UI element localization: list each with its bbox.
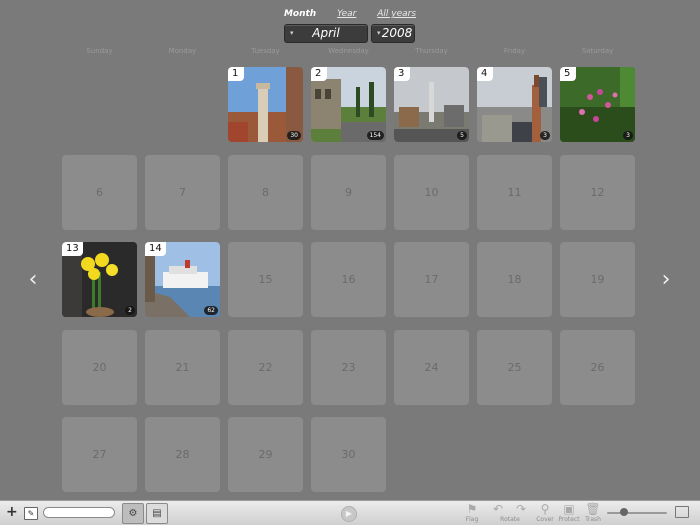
trash-icon: 🗑 (585, 502, 601, 516)
trash-button[interactable]: 🗑 Trash (580, 502, 606, 525)
day-cell[interactable]: 10 (394, 154, 469, 230)
day-cell[interactable]: 21 (145, 329, 220, 405)
rotate-right-button[interactable]: ↷ (508, 502, 534, 525)
flag-button[interactable]: ⚑ Flag (459, 502, 485, 525)
day-cell[interactable]: 25 (477, 329, 552, 405)
search-input[interactable] (43, 507, 115, 518)
pin-icon: ⚲ (540, 502, 550, 516)
day-cell[interactable]: 6 (62, 154, 137, 230)
rotate-right-icon: ↷ (515, 502, 527, 516)
day-cell[interactable]: 16 (311, 242, 386, 317)
day-number: 13 (62, 242, 83, 256)
day-number: 3 (394, 67, 410, 81)
adjust-button[interactable]: ⚙ (122, 503, 144, 524)
photo-count-badge: 2 (125, 306, 135, 315)
flag-icon: ⚑ (466, 502, 478, 516)
day-cell[interactable]: 22 (228, 329, 303, 405)
day-number: 5 (560, 67, 576, 81)
day-cell[interactable]: 17 (394, 242, 469, 317)
day-number: 1 (228, 67, 244, 81)
next-month-arrow-icon[interactable]: › (656, 268, 676, 292)
photo-count-badge: 5 (457, 131, 467, 140)
photo-count-badge: 3 (623, 131, 633, 140)
day-cell-with-photos[interactable]: 14 62 (145, 242, 220, 317)
day-cell[interactable]: 8 (228, 154, 303, 230)
day-cell[interactable]: 29 (228, 417, 303, 492)
day-cell[interactable]: 23 (311, 329, 386, 405)
add-icon[interactable]: + (6, 505, 18, 519)
zoom-slider-handle[interactable] (620, 508, 628, 516)
day-cell[interactable]: 7 (145, 154, 220, 230)
bottom-toolbar: + ✎ ⚙ ▤ ▶ ⚑ Flag ↶ Rotate ↷ ⚲ Cover ▣ Pr… (0, 500, 700, 525)
protect-button[interactable]: ▣ Protect (556, 502, 582, 525)
fullscreen-icon[interactable] (675, 506, 689, 518)
day-cell[interactable]: 28 (145, 417, 220, 492)
day-number: 4 (477, 67, 493, 81)
slideshow-play-button[interactable]: ▶ (341, 506, 357, 522)
day-number: 14 (145, 242, 166, 256)
day-cell[interactable]: 15 (228, 242, 303, 317)
day-cell[interactable]: 20 (62, 329, 137, 405)
day-cell-with-photos[interactable]: 1 30 (228, 67, 303, 142)
day-cell[interactable]: 24 (394, 329, 469, 405)
month-calendar-grid: 1 30 2 154 3 5 4 3 5 3 6 7 8 9 10 11 12 13 2 14 62 15 16 17 18 19… (0, 0, 700, 500)
cover-button[interactable]: ⚲ Cover (532, 502, 558, 525)
day-cell-with-photos[interactable]: 35 (394, 67, 469, 142)
day-cell-with-photos[interactable]: 13 2 (62, 242, 137, 317)
day-cell-with-photos[interactable]: 53 (560, 67, 635, 142)
photo-count-badge: 154 (366, 131, 384, 140)
day-cell[interactable]: 19 (560, 242, 635, 317)
photo-count-badge: 62 (204, 306, 218, 315)
photo-count-badge: 3 (540, 131, 550, 140)
day-cell[interactable]: 30 (311, 417, 386, 492)
previous-month-arrow-icon[interactable]: ‹ (23, 268, 43, 292)
photo-count-badge: 30 (287, 131, 301, 140)
day-cell[interactable]: 11 (477, 154, 552, 230)
day-cell[interactable]: 9 (311, 154, 386, 230)
day-cell[interactable]: 18 (477, 242, 552, 317)
day-cell[interactable]: 27 (62, 417, 137, 492)
day-cell-with-photos[interactable]: 2 154 (311, 67, 386, 142)
day-cell[interactable]: 12 (560, 154, 635, 230)
info-button[interactable]: ▤ (146, 503, 168, 524)
lock-icon: ▣ (563, 502, 575, 516)
day-number: 2 (311, 67, 327, 81)
day-cell-with-photos[interactable]: 43 (477, 67, 552, 142)
day-cell[interactable]: 26 (560, 329, 635, 405)
zoom-slider-track[interactable] (607, 512, 667, 514)
edit-icon[interactable]: ✎ (24, 507, 38, 520)
